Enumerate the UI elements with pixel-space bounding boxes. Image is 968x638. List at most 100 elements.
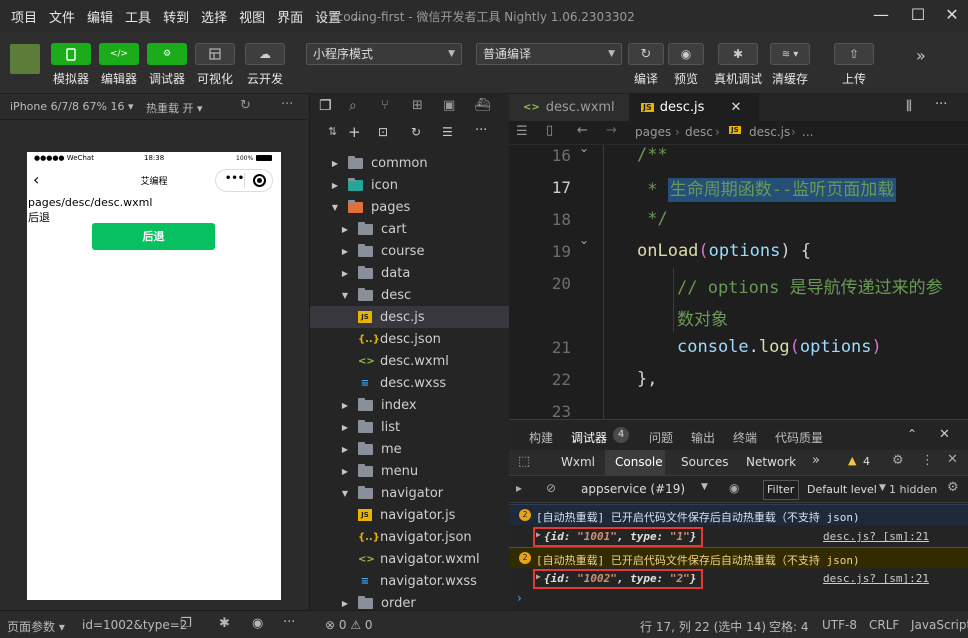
dock-icon[interactable]: ⋮ xyxy=(921,453,934,468)
line-ending[interactable]: CRLF xyxy=(869,618,899,632)
inspect-icon[interactable]: ⬚ xyxy=(518,454,530,469)
bug-icon[interactable]: ✱ xyxy=(219,616,230,631)
capsule-more-icon[interactable]: ••• xyxy=(225,173,244,184)
more-icon[interactable]: ··· xyxy=(281,97,293,112)
more-icon[interactable]: ··· xyxy=(935,97,947,112)
chevron-right-icon[interactable]: ▶ xyxy=(330,159,340,168)
upload-button[interactable]: ⇧ xyxy=(834,43,874,65)
query-string[interactable]: id=1002&type=2 xyxy=(82,618,187,632)
rotate-icon[interactable]: ↻ xyxy=(240,98,251,113)
refresh-icon[interactable]: ↻ xyxy=(411,125,421,139)
tree-item-pages[interactable]: ▼ pages xyxy=(310,196,509,218)
copy-icon[interactable]: ❐ xyxy=(180,616,192,631)
tree-item-cart[interactable]: ▶ cart xyxy=(310,218,509,240)
device-select[interactable]: iPhone 6/7/8 67% 16 ▾ xyxy=(10,100,134,113)
level-select[interactable]: Default level xyxy=(807,483,877,496)
tree-item-navigator-json[interactable]: {..} navigator.json xyxy=(310,526,509,548)
sort-icon[interactable]: ⇅ xyxy=(328,125,337,138)
editor-toggle-button[interactable]: </> xyxy=(99,43,139,65)
chevron-right-icon[interactable]: ▶ xyxy=(340,599,350,608)
chevron-right-icon[interactable]: ▶ xyxy=(340,467,350,476)
source-control-icon[interactable]: ⑂ xyxy=(381,98,389,113)
filter-input[interactable]: Filter xyxy=(763,480,799,500)
indentation[interactable]: 空格: 4 xyxy=(769,618,809,635)
capsule-close-icon[interactable] xyxy=(253,174,266,187)
files-icon[interactable]: ❐ xyxy=(319,98,332,114)
console-object-row[interactable]: ▶ {id: "1001", type: "1"} desc.js? [sm]:21 xyxy=(509,526,968,547)
clear-console-icon[interactable]: ⊘ xyxy=(546,481,556,495)
cursor-position[interactable]: 行 17, 列 22 (选中 14) xyxy=(640,618,766,635)
split-editor-icon[interactable]: ⫼ xyxy=(906,99,912,114)
encoding[interactable]: UTF-8 xyxy=(822,618,857,632)
real-device-debug-button[interactable]: ✱ xyxy=(718,43,758,65)
more-tabs-icon[interactable]: » xyxy=(812,453,820,468)
collapse-icon[interactable]: ☰ xyxy=(442,125,453,139)
tab-desc-js[interactable]: JS desc.js ✕ xyxy=(629,94,759,121)
forward-icon[interactable]: → xyxy=(606,123,617,138)
problems-count[interactable]: ⊗ 0 ⚠ 0 xyxy=(325,618,373,632)
chevron-right-icon[interactable]: ▶ xyxy=(340,247,350,256)
hot-reload-toggle[interactable]: 热重载 开 ▾ xyxy=(146,100,203,116)
source-link[interactable]: desc.js? [sm]:21 xyxy=(823,572,929,585)
console-prompt-icon[interactable]: › xyxy=(517,591,522,605)
console-object-row[interactable]: ▶ {id: "1002", type: "2"} desc.js? [sm]:21 xyxy=(509,568,968,589)
tree-item-navigator-wxss[interactable]: ≡ navigator.wxss xyxy=(310,570,509,592)
tree-item-desc-js[interactable]: JS desc.js xyxy=(310,306,509,328)
mode-select[interactable]: 小程序模式 ▼ xyxy=(306,43,462,65)
tree-item-data[interactable]: ▶ data xyxy=(310,262,509,284)
tab-terminal[interactable]: 终端 xyxy=(733,429,757,446)
capsule-menu[interactable]: ••• xyxy=(215,169,273,192)
chevron-down-icon[interactable]: ▼ xyxy=(340,489,350,498)
tab-desc-wxml[interactable]: <> desc.wxml xyxy=(509,94,629,121)
add-icon[interactable]: + xyxy=(348,123,361,141)
chevron-right-icon[interactable]: ▶ xyxy=(340,401,350,410)
context-select[interactable]: appservice (#19) xyxy=(581,482,685,496)
back-icon[interactable]: ← xyxy=(577,123,588,138)
chevron-right-icon[interactable]: ▶ xyxy=(340,445,350,454)
breadcrumb-desc[interactable]: desc xyxy=(685,125,713,139)
tree-item-menu[interactable]: ▶ menu xyxy=(310,460,509,482)
compile-select[interactable]: 普通编译 ▼ xyxy=(476,43,622,65)
tab-wxml[interactable]: Wxml xyxy=(561,455,595,469)
code-editor[interactable]: 16 17 18 19 20 21 22 23 ⌄ ⌄ /** * 生命周期函数… xyxy=(509,145,968,419)
tree-item-me[interactable]: ▶ me xyxy=(310,438,509,460)
storage-icon[interactable]: ▣ xyxy=(443,98,455,113)
more-icon[interactable]: ··· xyxy=(283,615,295,630)
chevron-down-icon[interactable]: ▼ xyxy=(330,203,340,212)
tree-item-navigator[interactable]: ▼ navigator xyxy=(310,482,509,504)
language-mode[interactable]: JavaScript xyxy=(911,618,968,632)
close-tab-icon[interactable]: ✕ xyxy=(730,100,741,115)
more-icon[interactable]: ··· xyxy=(475,123,487,138)
more-chevron-icon[interactable]: » xyxy=(916,46,926,65)
tab-network[interactable]: Network xyxy=(746,455,796,469)
console-message-row[interactable]: 2 [自动热重载] 已开启代码文件保存后自动热重载（不支持 json) xyxy=(509,547,968,568)
extensions-icon[interactable]: ⊞ xyxy=(412,98,423,113)
eye-icon[interactable]: ◉ xyxy=(252,616,263,631)
tab-code-quality[interactable]: 代码质量 xyxy=(775,429,823,446)
simulator-toggle-button[interactable] xyxy=(51,43,91,65)
fold-icon[interactable]: ⌄ xyxy=(579,145,589,155)
close-panel-icon[interactable]: ✕ xyxy=(939,427,950,442)
console-message-row[interactable]: 2 [自动热重载] 已开启代码文件保存后自动热重载（不支持 json) xyxy=(509,504,968,525)
new-folder-icon[interactable]: ⊡ xyxy=(378,125,388,139)
tab-build[interactable]: 构建 xyxy=(529,429,553,446)
tab-debugger[interactable]: 调试器 xyxy=(571,429,607,446)
tree-item-icon[interactable]: ▶ icon xyxy=(310,174,509,196)
source-link[interactable]: desc.js? [sm]:21 xyxy=(823,530,929,543)
chevron-up-icon[interactable]: ⌃ xyxy=(907,427,917,441)
gear-icon[interactable]: ⚙ xyxy=(892,453,904,468)
debugger-toggle-button[interactable]: ⚙ xyxy=(147,43,187,65)
breadcrumb-pages[interactable]: pages xyxy=(635,125,671,139)
compile-button[interactable]: ↻ xyxy=(628,43,664,65)
tab-output[interactable]: 输出 xyxy=(691,429,715,446)
expand-arrow-icon[interactable]: ▶ xyxy=(536,530,541,539)
tree-item-navigator-js[interactable]: JS navigator.js xyxy=(310,504,509,526)
docker-icon[interactable]: ⛴ xyxy=(474,98,491,113)
tree-item-common[interactable]: ▶ common xyxy=(310,152,509,174)
fold-icon[interactable]: ⌄ xyxy=(579,233,589,247)
tree-item-course[interactable]: ▶ course xyxy=(310,240,509,262)
search-icon[interactable]: ⌕ xyxy=(349,98,357,114)
close-window-icon[interactable]: ✕ xyxy=(937,4,967,28)
eye-icon[interactable]: ◉ xyxy=(729,481,739,495)
tree-item-desc-wxss[interactable]: ≡ desc.wxss xyxy=(310,372,509,394)
